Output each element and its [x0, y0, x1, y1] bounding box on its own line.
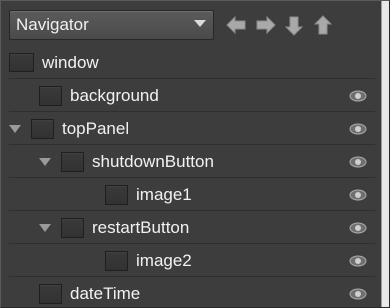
right-panel-edge: [381, 1, 389, 307]
eye-icon[interactable]: [349, 253, 367, 267]
node-box-icon: [9, 53, 34, 72]
node-box-icon: [105, 184, 128, 205]
node-box-icon: [61, 217, 84, 238]
tree-row-label: topPanel: [62, 118, 130, 138]
down-arrow-icon: [284, 14, 304, 37]
tree-row-shutdownbutton[interactable]: shutdownButton: [9, 146, 375, 178]
node-box-icon: [39, 283, 62, 304]
navigator-select-label: Navigator: [16, 15, 89, 34]
tree-row-background[interactable]: background: [9, 80, 375, 112]
tree-row-label: image2: [136, 250, 192, 270]
tree-row-image1[interactable]: image1: [9, 179, 375, 211]
node-box-icon: [61, 151, 84, 172]
node-box-icon: [105, 250, 128, 271]
eye-icon[interactable]: [349, 187, 367, 201]
down-arrow-button[interactable]: [282, 13, 306, 37]
eye-icon[interactable]: [349, 220, 367, 234]
eye-icon[interactable]: [349, 121, 367, 135]
left-arrow-icon: [225, 15, 248, 35]
eye-icon[interactable]: [349, 88, 367, 102]
tree-row-label: dateTime: [70, 283, 141, 303]
navigator-select[interactable]: Navigator: [9, 10, 214, 40]
eye-icon[interactable]: [349, 286, 367, 300]
navigator-panel: Navigator window background topPanel shu…: [0, 0, 390, 308]
tree-row-image2[interactable]: image2: [9, 245, 375, 277]
up-arrow-icon: [313, 14, 333, 37]
chevron-down-icon: [9, 124, 21, 133]
navigator-tree: window background topPanel shutdownButto…: [9, 47, 375, 304]
tree-row-label: background: [70, 85, 159, 105]
right-arrow-icon: [254, 15, 277, 35]
tree-row-label: window: [42, 52, 99, 72]
tree-row-restartbutton[interactable]: restartButton: [9, 212, 375, 244]
chevron-down-icon: [39, 157, 51, 166]
tree-row-label: image1: [136, 184, 192, 204]
left-arrow-button[interactable]: [224, 13, 248, 37]
eye-icon[interactable]: [349, 154, 367, 168]
chevron-down-icon: [39, 223, 51, 232]
navigator-toolbar: Navigator: [9, 7, 379, 43]
expand-toggle[interactable]: [39, 222, 51, 234]
tree-row-window[interactable]: window: [9, 47, 375, 79]
node-box-icon: [31, 118, 54, 139]
tree-row-label: shutdownButton: [92, 151, 214, 171]
tree-row-label: restartButton: [92, 217, 190, 237]
up-arrow-button[interactable]: [311, 13, 335, 37]
tree-row-datetime[interactable]: dateTime: [9, 278, 375, 308]
node-box-icon: [39, 85, 62, 106]
tree-row-toppanel[interactable]: topPanel: [9, 113, 375, 145]
expand-toggle[interactable]: [9, 123, 21, 135]
navigation-buttons: [224, 13, 335, 37]
chevron-down-icon[interactable]: [194, 20, 206, 27]
expand-toggle[interactable]: [39, 156, 51, 168]
right-arrow-button[interactable]: [253, 13, 277, 37]
